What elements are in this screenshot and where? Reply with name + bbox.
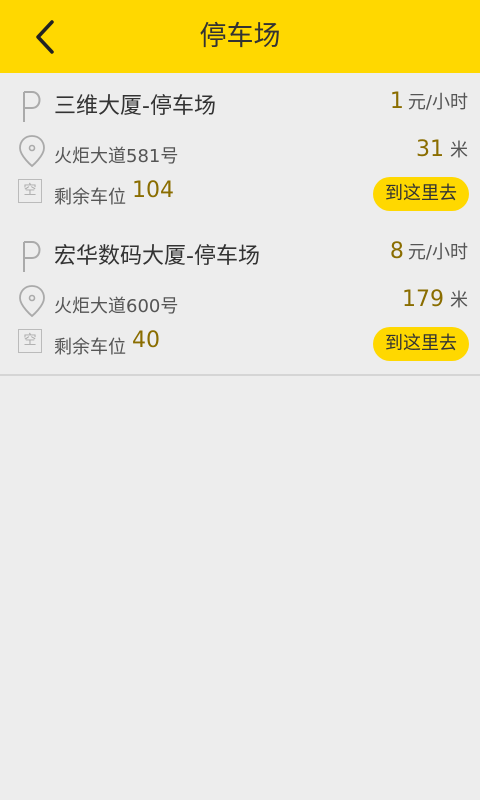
parking-price: 8 元/小时: [390, 238, 468, 264]
parking-lot-name: 三维大厦-停车场: [54, 94, 216, 119]
parking-distance: 31 米: [416, 136, 468, 162]
go-here-button[interactable]: 到这里去: [373, 327, 469, 361]
page-title: 停车场: [199, 21, 281, 52]
parking-distance: 179 米: [402, 286, 468, 312]
parking-price: 1 元/小时: [390, 88, 468, 114]
empty-space-icon: 空: [18, 329, 42, 353]
parking-lot-card[interactable]: 三维大厦-停车场 1 元/小时 火炬大道581号 31 米 空 剩余车位 104 到…: [0, 74, 480, 226]
app-header: 停车场: [0, 0, 480, 73]
distance-unit: 米: [450, 140, 468, 161]
parking-lot-name: 宏华数码大厦-停车场: [54, 244, 260, 269]
spaces-label: 剩余车位: [54, 337, 126, 358]
distance-value: 31: [416, 137, 444, 162]
price-unit: 元/小时: [407, 92, 468, 113]
parking-icon: [23, 91, 41, 122]
spaces-label: 剩余车位: [54, 187, 126, 208]
price-value: 1: [389, 89, 404, 114]
distance-unit: 米: [450, 290, 468, 311]
spaces-count: 104: [132, 178, 174, 203]
price-unit: 元/小时: [407, 242, 468, 263]
location-pin-icon: [19, 135, 45, 168]
price-value: 8: [389, 239, 404, 264]
parking-lot-card[interactable]: 宏华数码大厦-停车场 8 元/小时 火炬大道600号 179 米 空 剩余车位 40…: [0, 224, 480, 376]
go-here-button[interactable]: 到这里去: [373, 177, 469, 211]
location-pin-icon: [19, 285, 45, 318]
distance-value: 179: [402, 287, 444, 312]
parking-icon: [23, 241, 41, 272]
empty-space-icon: 空: [18, 179, 42, 203]
spaces-count: 40: [132, 328, 160, 353]
parking-address: 火炬大道581号: [54, 146, 179, 167]
parking-address: 火炬大道600号: [54, 296, 179, 317]
